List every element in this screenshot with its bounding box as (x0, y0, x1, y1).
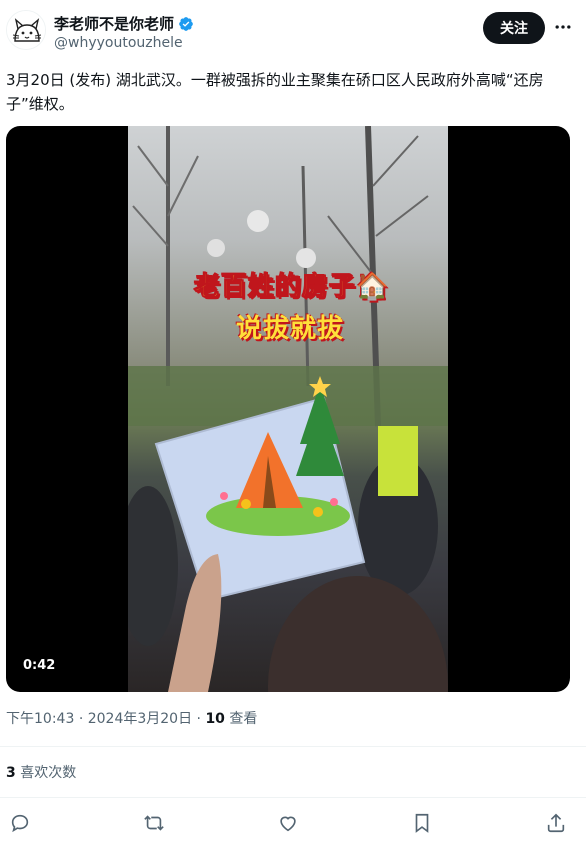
views-label: 查看 (229, 711, 258, 727)
reply-icon (11, 814, 29, 833)
heart-icon (280, 816, 296, 832)
views-count: 10 (205, 711, 225, 727)
video-duration-badge: 0:42 (17, 656, 62, 675)
tweet-action-bar (0, 808, 586, 838)
share-icon (547, 813, 565, 833)
retweet-button[interactable] (141, 810, 167, 836)
video-caption-line1: 老百姓的房子🏠 (193, 272, 390, 303)
tweet-time[interactable]: 下午10:43 (6, 711, 74, 727)
verified-badge-icon[interactable] (178, 16, 194, 32)
divider (0, 797, 586, 798)
meta-separator: · (78, 711, 84, 727)
likes-stat[interactable]: 3 喜欢次数 (6, 762, 76, 782)
retweet-icon (144, 815, 164, 831)
reply-button[interactable] (7, 810, 33, 836)
video-scene-illustration (128, 126, 448, 692)
tweet-date[interactable]: 2024年3月20日 (88, 711, 192, 727)
author-handle[interactable]: @whyyoutouzhele (54, 35, 183, 51)
video-frame: 老百姓的房子🏠 说拔就拔 (128, 126, 448, 692)
divider (0, 746, 586, 747)
likes-count: 3 (6, 765, 16, 781)
tweet-text: 3月20日 (发布) 湖北武汉。一群被强拆的业主聚集在硚口区人民政府外高喊“还房… (6, 71, 544, 113)
bookmark-button[interactable] (409, 810, 435, 836)
meta-separator-2: · (196, 711, 201, 727)
share-button[interactable] (543, 810, 569, 836)
tweet-meta: 下午10:43 · 2024年3月20日 · 10 查看 (6, 708, 257, 728)
author-name-row: 李老师不是你老师 (54, 13, 194, 34)
author-display-name[interactable]: 李老师不是你老师 (54, 13, 174, 34)
bookmark-icon (415, 813, 429, 833)
more-horizontal-icon (555, 25, 571, 29)
follow-button[interactable]: 关注 (483, 12, 545, 44)
video-caption-line2: 说拔就拔 (236, 314, 345, 344)
more-options-button[interactable] (552, 16, 574, 38)
avatar[interactable] (6, 10, 46, 50)
like-button[interactable] (275, 810, 301, 836)
tweet-header: 李老师不是你老师 @whyyoutouzhele 关注 (0, 0, 586, 62)
cat-doodle-avatar-icon (7, 11, 45, 49)
likes-label: 喜欢次数 (20, 765, 77, 781)
video-player[interactable]: 老百姓的房子🏠 说拔就拔 0:42 (6, 126, 570, 692)
